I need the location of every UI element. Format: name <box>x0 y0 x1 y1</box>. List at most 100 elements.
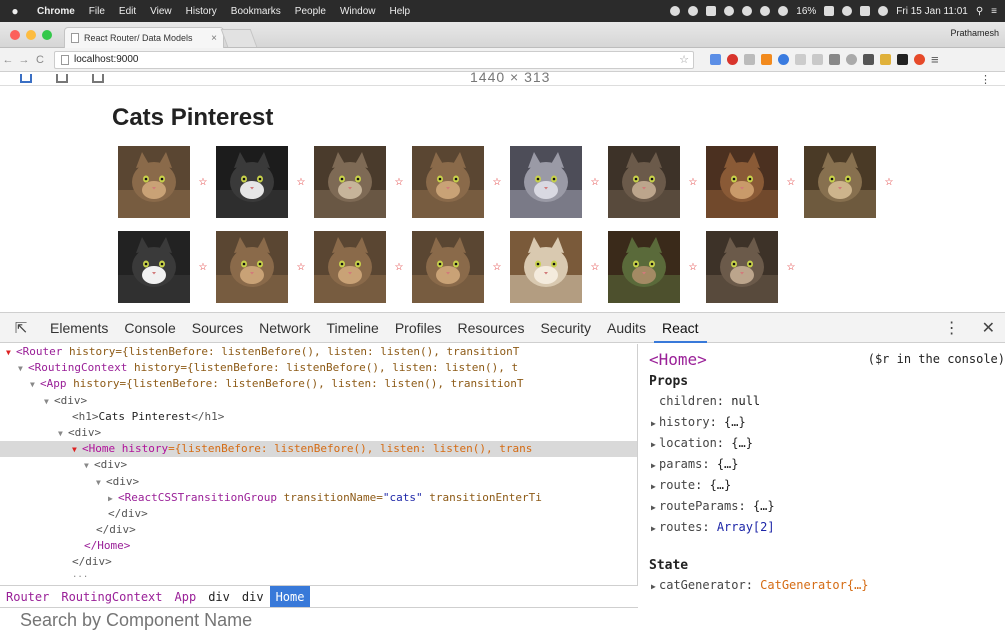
wifi-icon[interactable] <box>842 6 853 16</box>
expand-triangle-icon[interactable]: ▼ <box>96 475 106 490</box>
expand-caret-icon[interactable]: ▶ <box>651 482 659 491</box>
cat-card[interactable]: ☆ <box>412 146 510 218</box>
close-window-icon[interactable] <box>10 30 20 40</box>
menu-edit[interactable]: Edit <box>112 6 143 17</box>
prop-row[interactable]: ▶ routeParams: {…} <box>651 499 775 513</box>
prop-row[interactable]: ▶ params: {…} <box>651 457 739 471</box>
tab-profiles[interactable]: Profiles <box>387 313 450 343</box>
extension-icon[interactable] <box>727 54 738 65</box>
prop-row[interactable]: ▶ history: {…} <box>651 415 746 429</box>
tree-node-div[interactable]: ▼ <div> <box>0 457 637 473</box>
expand-caret-icon[interactable]: ▶ <box>651 524 659 533</box>
tab-audits[interactable]: Audits <box>599 313 654 343</box>
device-mode-icon[interactable] <box>20 74 32 83</box>
menu-datetime[interactable]: Fri 15 Jan 11:01 <box>896 6 968 17</box>
menu-file[interactable]: File <box>82 6 112 17</box>
expand-triangle-icon[interactable]: ▼ <box>58 426 68 441</box>
inspect-element-icon[interactable]: ⇱ <box>0 319 42 337</box>
favorite-star-icon[interactable]: ☆ <box>484 177 510 188</box>
tab-network[interactable]: Network <box>251 313 318 343</box>
minimize-window-icon[interactable] <box>26 30 36 40</box>
browser-tab[interactable]: React Router/ Data Models × <box>64 27 224 48</box>
status-icon[interactable] <box>760 6 771 16</box>
address-bar[interactable]: localhost:9000 ☆ <box>54 50 694 69</box>
tab-timeline[interactable]: Timeline <box>318 313 386 343</box>
status-icon[interactable] <box>688 6 699 16</box>
forward-icon[interactable]: → <box>16 54 32 66</box>
layout-icon[interactable] <box>56 74 68 83</box>
clock-icon[interactable] <box>724 6 735 16</box>
bookmark-star-icon[interactable]: ☆ <box>679 53 689 66</box>
new-tab-button[interactable] <box>220 29 258 47</box>
rss-icon[interactable] <box>761 54 772 65</box>
close-icon[interactable]: ✕ <box>982 318 995 338</box>
more-options-icon[interactable]: ⋮ <box>944 318 960 338</box>
menu-help[interactable]: Help <box>383 6 418 17</box>
favorite-star-icon[interactable]: ☆ <box>680 177 706 188</box>
favorite-star-icon[interactable]: ☆ <box>190 262 216 273</box>
extension-icon[interactable] <box>829 54 840 65</box>
cat-card[interactable]: ☆ <box>608 231 706 303</box>
cat-card[interactable]: ☆ <box>706 231 804 303</box>
menu-people[interactable]: People <box>288 6 333 17</box>
more-options-icon[interactable]: ⋮ <box>980 73 991 85</box>
menu-bookmarks[interactable]: Bookmarks <box>224 6 288 17</box>
menu-window[interactable]: Window <box>333 6 383 17</box>
prop-row[interactable]: children: null <box>651 394 760 408</box>
tab-resources[interactable]: Resources <box>450 313 533 343</box>
expand-triangle-icon[interactable]: ▼ <box>18 361 28 376</box>
cursor-icon[interactable] <box>706 6 717 16</box>
component-search-input[interactable] <box>20 610 420 630</box>
tab-console[interactable]: Console <box>116 313 183 343</box>
reload-icon[interactable]: C <box>32 54 48 66</box>
expand-triangle-icon[interactable]: ▼ <box>30 377 40 392</box>
extension-icon[interactable] <box>846 54 857 65</box>
favorite-star-icon[interactable]: ☆ <box>386 177 412 188</box>
prop-row[interactable]: ▶ catGenerator: CatGenerator{…} <box>651 578 869 592</box>
tree-node-div[interactable]: ▼ <div> <box>0 474 637 490</box>
status-icon[interactable] <box>778 6 789 16</box>
tree-node-transition-group[interactable]: ▶ <ReactCSSTransitionGroup transitionName… <box>0 490 637 506</box>
extension-icon[interactable] <box>710 54 721 65</box>
extension-icon[interactable] <box>897 54 908 65</box>
cat-card[interactable]: ☆ <box>510 231 608 303</box>
notification-icon[interactable]: ≡ <box>991 6 997 17</box>
profile-name[interactable]: Prathamesh <box>950 28 999 38</box>
spotlight-icon[interactable]: ⚲ <box>976 6 983 17</box>
tab-react[interactable]: React <box>653 313 707 343</box>
tree-node-h1[interactable]: <h1>Cats Pinterest</h1> <box>0 409 637 425</box>
expand-caret-icon[interactable]: ▶ <box>651 440 659 449</box>
breadcrumb-div[interactable]: div <box>236 586 270 608</box>
extension-icon[interactable] <box>863 54 874 65</box>
expand-caret-icon[interactable]: ▶ <box>651 503 659 512</box>
menu-app-name[interactable]: Chrome <box>30 6 82 17</box>
favorite-star-icon[interactable]: ☆ <box>190 177 216 188</box>
expand-triangle-icon[interactable]: ▼ <box>84 458 94 473</box>
cat-card[interactable]: ☆ <box>118 231 216 303</box>
favorite-star-icon[interactable]: ☆ <box>582 177 608 188</box>
extension-icon[interactable] <box>778 54 789 65</box>
cat-card[interactable]: ☆ <box>314 231 412 303</box>
favorite-star-icon[interactable]: ☆ <box>876 177 902 188</box>
collapsed-triangle-icon[interactable]: ▶ <box>108 491 118 506</box>
battery-icon[interactable] <box>824 6 835 16</box>
breadcrumb-routing-context[interactable]: RoutingContext <box>55 586 168 608</box>
tab-security[interactable]: Security <box>532 313 599 343</box>
prop-row[interactable]: ▶ route: {…} <box>651 478 731 492</box>
cat-card[interactable]: ☆ <box>118 146 216 218</box>
status-icon[interactable] <box>670 6 681 16</box>
cat-card[interactable]: ☆ <box>608 146 706 218</box>
expand-caret-icon[interactable]: ▶ <box>651 419 659 428</box>
cat-card[interactable]: ☆ <box>216 146 314 218</box>
tab-sources[interactable]: Sources <box>184 313 251 343</box>
menu-view[interactable]: View <box>143 6 179 17</box>
cat-card[interactable]: ☆ <box>706 146 804 218</box>
favorite-star-icon[interactable]: ☆ <box>484 262 510 273</box>
extension-icon[interactable] <box>795 54 806 65</box>
cat-card[interactable]: ☆ <box>804 146 902 218</box>
tree-node-app[interactable]: ▼ <App history={listenBefore: listenBefor… <box>0 376 637 392</box>
extension-icon[interactable] <box>744 54 755 65</box>
tree-node-div[interactable]: ▼ <div> <box>0 425 637 441</box>
apple-icon[interactable]: ● <box>0 4 30 18</box>
breadcrumb-home[interactable]: Home <box>269 585 311 608</box>
